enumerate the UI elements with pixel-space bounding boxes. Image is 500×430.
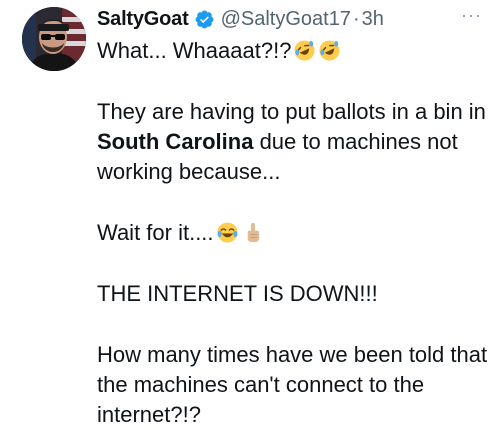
tweet-line-1: What... Whaaaat?!?	[97, 36, 490, 66]
tweet-paragraph-4-text: THE INTERNET IS DOWN!!!	[97, 281, 378, 306]
avatar-image	[22, 7, 86, 71]
tweet-line-1-text: What... Whaaaat?!?	[97, 38, 292, 63]
tweet-header: SaltyGoat @SaltyGoat17 · 3h ···	[97, 6, 482, 32]
tweet-timestamp[interactable]: 3h	[362, 8, 384, 31]
tweet-paragraph-3-text: Wait for it....	[97, 220, 214, 245]
tweet-text: What... Whaaaat?!? They are having to pu…	[97, 36, 490, 430]
tweet-paragraph-5: How many times have we been told that th…	[97, 340, 490, 430]
rolling-on-floor-laughing-icon	[294, 40, 315, 61]
tweet-paragraph-2-start: They are having to put ballots in a bin …	[97, 99, 486, 124]
verified-badge-icon	[195, 10, 214, 28]
author-display-name[interactable]: SaltyGoat	[97, 8, 189, 31]
header-separator: ·	[352, 7, 360, 30]
author-handle[interactable]: @SaltyGoat17	[221, 8, 351, 31]
tweet-paragraph-2: They are having to put ballots in a bin …	[97, 97, 490, 187]
tweet-paragraph-4: THE INTERNET IS DOWN!!!	[97, 279, 490, 309]
more-horizontal-icon[interactable]: ···	[461, 6, 482, 24]
tweet-paragraph-3: Wait for it....	[97, 218, 490, 248]
tweet-paragraph-5-text: How many times have we been told that th…	[97, 342, 488, 427]
tweet-bold-location: South Carolina	[97, 129, 254, 154]
author-avatar[interactable]	[22, 7, 86, 71]
index-pointing-up-icon	[247, 222, 259, 243]
face-with-tears-of-joy-icon	[216, 222, 238, 243]
rolling-on-floor-laughing-icon-2	[319, 40, 340, 61]
tweet[interactable]: SaltyGoat @SaltyGoat17 · 3h ··· What... …	[0, 0, 500, 429]
